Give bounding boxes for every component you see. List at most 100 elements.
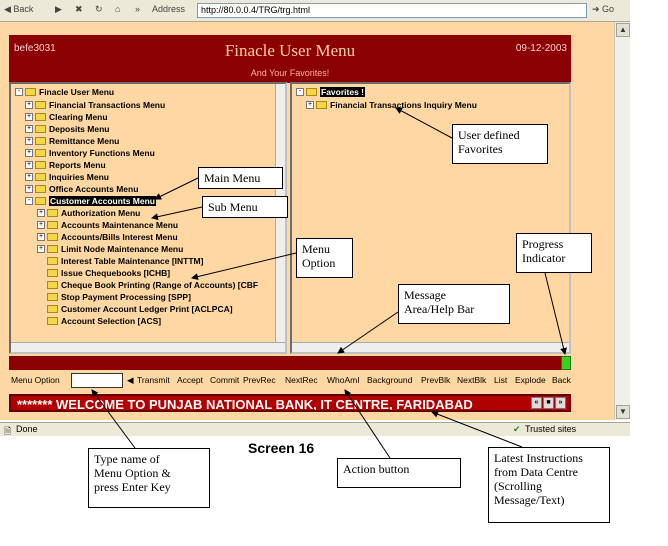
folder-icon: [47, 292, 58, 301]
tree-label: Inquiries Menu: [49, 171, 109, 182]
folder-icon: [35, 160, 46, 169]
tree-item-selected[interactable]: - Customer Accounts Menu: [25, 195, 157, 206]
action-button[interactable]: NextBlk: [457, 375, 486, 385]
action-button[interactable]: Accept: [177, 375, 203, 385]
left-arrow-icon[interactable]: ◀: [127, 375, 134, 386]
forward-button[interactable]: ▶: [55, 4, 62, 15]
tree-item[interactable]: + Limit Node Maintenance Menu: [37, 243, 183, 254]
home-icon[interactable]: ⌂: [115, 4, 120, 14]
menu-option-input[interactable]: [71, 373, 123, 388]
action-button[interactable]: Commit: [210, 375, 239, 385]
tree-item[interactable]: Cheque Book Printing (Range of Accounts)…: [47, 279, 258, 290]
callout-latest-instructions: Latest Instructions from Data Centre (Sc…: [488, 447, 610, 523]
callout-type-name: Type name of Menu Option & press Enter K…: [88, 448, 210, 508]
callout-sub-menu: Sub Menu: [202, 196, 288, 218]
favorites-horizontal-scrollbar[interactable]: [292, 342, 569, 352]
rewind-icon[interactable]: «: [531, 397, 542, 409]
check-icon: ✔: [513, 424, 521, 434]
tree-item[interactable]: + Financial Transactions Menu: [25, 99, 165, 110]
tree-label: Cheque Book Printing (Range of Accounts)…: [61, 279, 259, 290]
scroll-down-icon[interactable]: ▼: [616, 405, 630, 419]
address-input[interactable]: http://80.0.0.4/TRG/trg.html: [197, 3, 587, 18]
tree-label: Limit Node Maintenance Menu: [61, 243, 184, 254]
folder-icon: [47, 232, 58, 241]
collapse-icon[interactable]: -: [15, 87, 23, 96]
action-button[interactable]: Back: [552, 375, 571, 385]
tree-label: Financial Transactions Menu: [49, 99, 166, 110]
tree-item[interactable]: + Inquiries Menu: [25, 171, 109, 182]
tree-item[interactable]: - Favorites !: [296, 86, 365, 97]
expand-icon[interactable]: +: [37, 220, 45, 229]
folder-icon: [47, 280, 58, 289]
more-icon[interactable]: »: [135, 4, 140, 14]
tree-label: Remittance Menu: [49, 135, 120, 146]
tree-item[interactable]: + Authorization Menu: [37, 207, 140, 218]
tree-item[interactable]: Customer Account Ledger Print [ACLPCA]: [47, 303, 233, 314]
main-menu-tree[interactable]: - Finacle User Menu + Financial Transactio…: [9, 82, 287, 354]
screen-label: Screen 16: [248, 440, 315, 456]
expand-icon[interactable]: +: [25, 172, 33, 181]
collapse-icon[interactable]: -: [296, 87, 304, 96]
tree-label: Interest Table Maintenance [INTTM]: [61, 255, 204, 266]
expand-icon[interactable]: +: [25, 184, 33, 193]
expand-icon[interactable]: +: [25, 148, 33, 157]
tree-item[interactable]: + Deposits Menu: [25, 123, 109, 134]
action-button[interactable]: PrevBlk: [421, 375, 450, 385]
tree-item[interactable]: + Clearing Menu: [25, 111, 108, 122]
callout-menu-option: Menu Option: [296, 238, 353, 278]
expand-icon[interactable]: +: [25, 160, 33, 169]
stop-icon[interactable]: ■: [543, 397, 554, 409]
tree-label: Office Accounts Menu: [49, 183, 139, 194]
tree-vertical-scrollbar[interactable]: [275, 84, 285, 352]
action-button[interactable]: Explode: [515, 375, 546, 385]
expand-icon[interactable]: +: [37, 208, 45, 217]
action-button[interactable]: PrevRec: [243, 375, 276, 385]
action-button[interactable]: NextRec: [285, 375, 318, 385]
expand-icon[interactable]: +: [25, 112, 33, 121]
folder-icon: [47, 268, 58, 277]
callout-user-favorites: User defined Favorites: [452, 124, 548, 164]
tree-item[interactable]: Interest Table Maintenance [INTTM]: [47, 255, 203, 266]
tree-item[interactable]: + Accounts Maintenance Menu: [37, 219, 178, 230]
tree-item[interactable]: + Accounts/Bills Interest Menu: [37, 231, 178, 242]
back-button[interactable]: ◀ Back: [4, 4, 33, 15]
tree-item[interactable]: + Office Accounts Menu: [25, 183, 138, 194]
tree-label: Customer Accounts Menu: [49, 195, 157, 206]
action-button[interactable]: List: [494, 375, 507, 385]
scrolling-message: ******* WELCOME TO PUNJAB NATIONAL BANK,…: [9, 394, 571, 412]
refresh-icon[interactable]: ↻: [95, 4, 103, 15]
tree-item[interactable]: Issue Chequebooks [ICHB]: [47, 267, 170, 278]
progress-indicator: [561, 356, 571, 370]
forward-icon[interactable]: »: [555, 397, 566, 409]
tree-item[interactable]: + Reports Menu: [25, 159, 106, 170]
tree-item[interactable]: Stop Payment Processing [SPP]: [47, 291, 191, 302]
action-button[interactable]: Background: [367, 375, 412, 385]
folder-icon: [35, 148, 46, 157]
folder-icon: [47, 244, 58, 253]
tree-item[interactable]: - Finacle User Menu: [15, 86, 114, 97]
stop-icon[interactable]: ✖: [75, 4, 83, 15]
expand-icon[interactable]: +: [25, 124, 33, 133]
scroll-up-icon[interactable]: ▲: [616, 23, 630, 37]
menu-option-label: Menu Option: [11, 375, 60, 385]
folder-icon: [47, 304, 58, 313]
tree-horizontal-scrollbar[interactable]: [11, 342, 285, 352]
tree-item[interactable]: + Inventory Functions Menu: [25, 147, 155, 158]
tree-item[interactable]: + Financial Transactions Inquiry Menu: [306, 99, 477, 110]
expand-icon[interactable]: +: [306, 100, 314, 109]
expand-icon[interactable]: +: [37, 244, 45, 253]
go-button[interactable]: ➜ Go: [592, 4, 614, 15]
page-scrollbar[interactable]: ▲ ▼: [614, 22, 630, 420]
folder-icon: [35, 184, 46, 193]
tree-item[interactable]: Account Selection [ACS]: [47, 315, 161, 326]
folder-icon: [47, 208, 58, 217]
expand-icon[interactable]: +: [37, 232, 45, 241]
callout-action-button: Action button: [337, 458, 461, 488]
expand-icon[interactable]: +: [25, 100, 33, 109]
expand-icon[interactable]: +: [25, 136, 33, 145]
collapse-icon[interactable]: -: [25, 196, 33, 205]
folder-icon: [306, 87, 317, 96]
action-button[interactable]: Transmit: [137, 375, 170, 385]
tree-item[interactable]: + Remittance Menu: [25, 135, 119, 146]
action-button[interactable]: WhoAmI: [327, 375, 360, 385]
